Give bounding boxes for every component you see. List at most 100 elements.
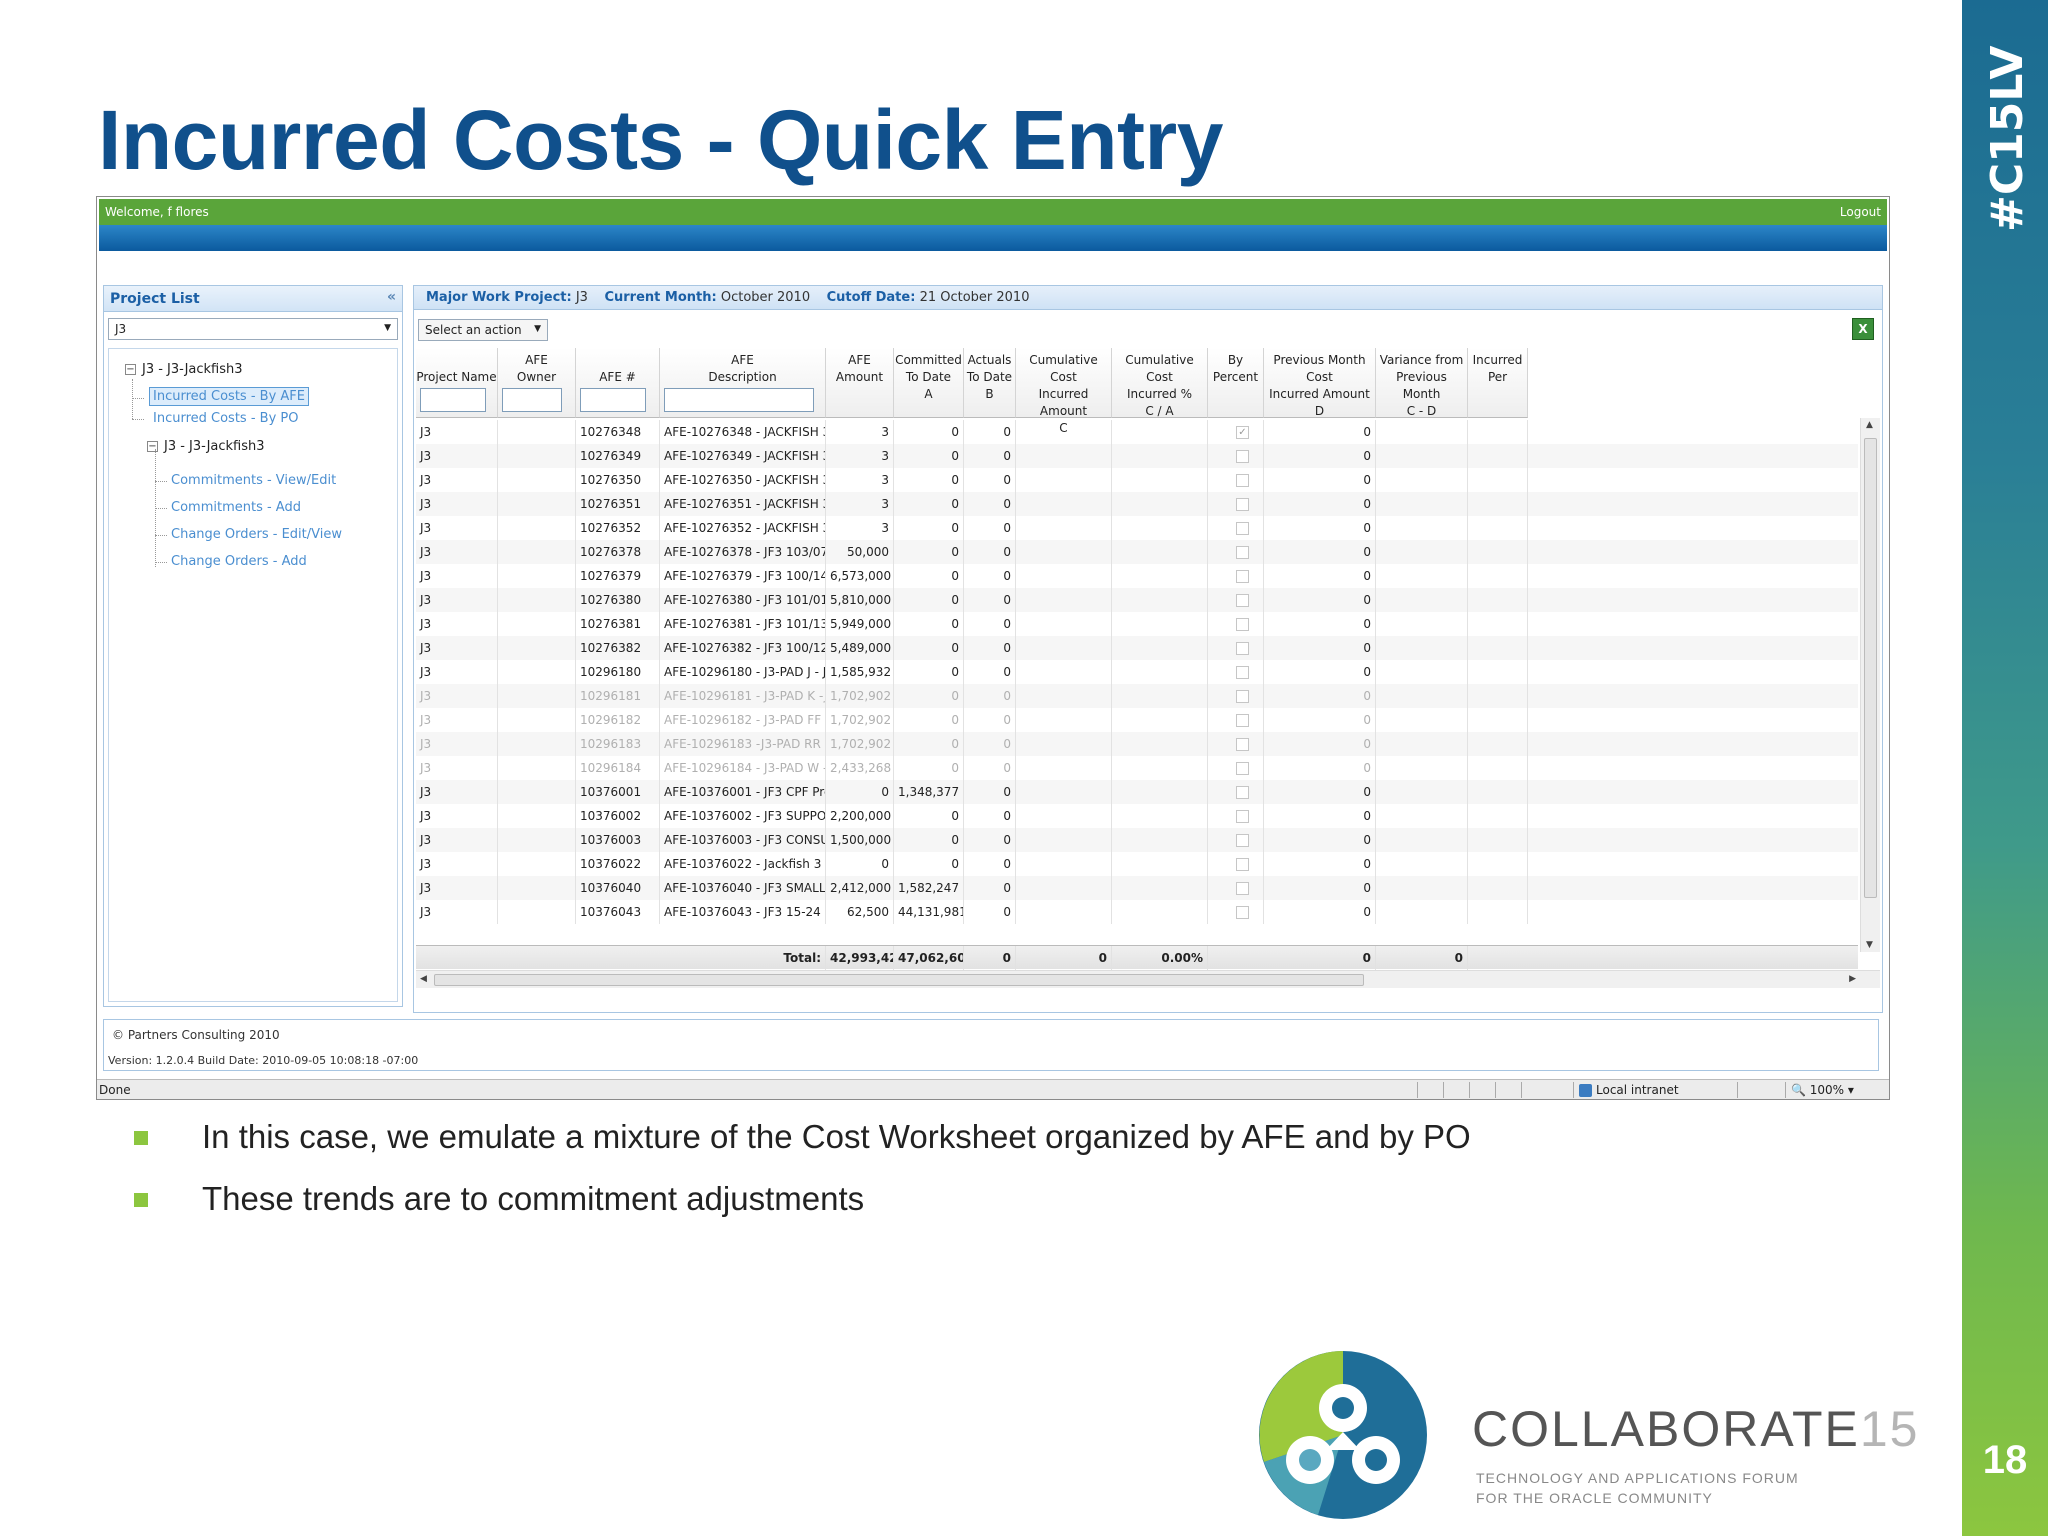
table-cell[interactable]: 0 (1264, 876, 1376, 900)
scroll-thumb[interactable] (1864, 438, 1877, 898)
table-cell[interactable] (1376, 420, 1468, 444)
by-percent-checkbox[interactable] (1236, 738, 1249, 751)
table-cell[interactable] (1468, 540, 1528, 564)
table-cell[interactable] (1208, 876, 1264, 900)
table-cell[interactable] (1468, 516, 1528, 540)
table-cell[interactable] (1016, 756, 1112, 780)
table-cell[interactable] (1208, 780, 1264, 804)
table-cell[interactable] (1208, 444, 1264, 468)
table-cell[interactable] (1016, 492, 1112, 516)
table-cell[interactable]: 0 (1264, 900, 1376, 924)
tree-node-sub[interactable]: − J3 - J3-Jackfish3 (147, 439, 265, 454)
by-percent-checkbox[interactable] (1236, 618, 1249, 631)
table-row[interactable]: J3 10296180AFE-10296180 - J3-PAD J - J3 B… (416, 660, 1858, 684)
table-cell[interactable] (1208, 900, 1264, 924)
table-cell[interactable] (1376, 684, 1468, 708)
table-cell[interactable]: 0 (1264, 444, 1376, 468)
table-cell[interactable] (1112, 756, 1208, 780)
table-cell[interactable]: 0 (1264, 684, 1376, 708)
table-cell[interactable]: 0 (1264, 804, 1376, 828)
table-cell[interactable] (1468, 708, 1528, 732)
table-cell[interactable] (1468, 420, 1528, 444)
by-percent-checkbox[interactable] (1236, 882, 1249, 895)
table-row[interactable]: J3 10276350AFE-10276350 - JACKFISH 3 BUDG… (416, 468, 1858, 492)
table-cell[interactable] (1208, 732, 1264, 756)
column-header[interactable]: Committed To Date A (894, 348, 964, 418)
table-cell[interactable]: 0 (1264, 732, 1376, 756)
column-header[interactable]: Actuals To Date B (964, 348, 1016, 418)
table-row[interactable]: J3 10276379AFE-10276379 - JF3 100/14-32-0… (416, 564, 1858, 588)
by-percent-checkbox[interactable] (1236, 690, 1249, 703)
table-cell[interactable] (1016, 780, 1112, 804)
table-cell[interactable] (1112, 516, 1208, 540)
table-cell[interactable]: 0 (1264, 636, 1376, 660)
table-cell[interactable] (1376, 588, 1468, 612)
table-cell[interactable] (1468, 468, 1528, 492)
table-cell[interactable] (1208, 708, 1264, 732)
column-header[interactable]: Variance from Previous Month C - D (1376, 348, 1468, 418)
table-cell[interactable]: 0 (1264, 468, 1376, 492)
table-row[interactable]: J3 10296182AFE-10296182 - J3-PAD FF - J3 … (416, 708, 1858, 732)
table-cell[interactable] (1112, 852, 1208, 876)
tree-item-change-orders-add[interactable]: Change Orders - Add (171, 554, 307, 569)
table-row[interactable]: J3 10276349AFE-10276349 - JACKFISH 3 BUDG… (416, 444, 1858, 468)
by-percent-checkbox[interactable] (1236, 450, 1249, 463)
table-cell[interactable] (1112, 804, 1208, 828)
table-cell[interactable]: 0 (1264, 492, 1376, 516)
scroll-right-icon[interactable]: ▶ (1849, 974, 1856, 984)
table-cell[interactable]: ✓ (1208, 420, 1264, 444)
table-cell[interactable] (1112, 708, 1208, 732)
by-percent-checkbox[interactable] (1236, 594, 1249, 607)
table-cell[interactable] (1016, 876, 1112, 900)
by-percent-checkbox[interactable] (1236, 474, 1249, 487)
table-cell[interactable] (1376, 492, 1468, 516)
table-cell[interactable] (1376, 444, 1468, 468)
table-row[interactable]: J3 10376003AFE-10376003 - JF3 CONSULTATIC… (416, 828, 1858, 852)
table-cell[interactable] (1112, 492, 1208, 516)
by-percent-checkbox[interactable] (1236, 714, 1249, 727)
table-row[interactable]: J3 10296184AFE-10296184 - J3-PAD W - J3 B… (416, 756, 1858, 780)
table-row[interactable]: J3 10376001AFE-10376001 - JF3 CPF Pre-FEE… (416, 780, 1858, 804)
column-header[interactable]: Cumulative Cost Incurred Amount C (1016, 348, 1112, 435)
table-cell[interactable]: 0 (1264, 588, 1376, 612)
by-percent-checkbox[interactable] (1236, 906, 1249, 919)
tree-item-commitments-view[interactable]: Commitments - View/Edit (171, 473, 336, 488)
table-cell[interactable] (1112, 780, 1208, 804)
table-cell[interactable] (1016, 828, 1112, 852)
table-cell[interactable] (1208, 492, 1264, 516)
table-cell[interactable] (1016, 852, 1112, 876)
table-cell[interactable] (1376, 828, 1468, 852)
table-cell[interactable] (1016, 420, 1112, 444)
table-cell[interactable] (1468, 684, 1528, 708)
table-cell[interactable]: 0 (1264, 420, 1376, 444)
table-cell[interactable] (1016, 708, 1112, 732)
table-cell[interactable] (1208, 684, 1264, 708)
table-row[interactable]: J3 10276352AFE-10276352 - JACKFISH 3 BUDG… (416, 516, 1858, 540)
table-cell[interactable]: 0 (1264, 660, 1376, 684)
table-cell[interactable] (1468, 612, 1528, 636)
tree-item-change-orders-edit[interactable]: Change Orders - Edit/View (171, 527, 342, 542)
excel-export-icon[interactable]: X (1852, 318, 1874, 340)
table-cell[interactable] (1376, 756, 1468, 780)
table-cell[interactable] (1468, 444, 1528, 468)
column-header[interactable]: Previous Month Cost Incurred Amount D (1264, 348, 1376, 418)
table-row[interactable]: J3 10376040AFE-10376040 - JF3 SMALL PLANT… (416, 876, 1858, 900)
table-row[interactable]: J3 10376002AFE-10376002 - JF3 SUPPORT & F… (416, 804, 1858, 828)
table-cell[interactable] (1016, 540, 1112, 564)
scroll-thumb[interactable] (434, 974, 1364, 986)
table-cell[interactable] (1016, 636, 1112, 660)
table-row[interactable]: J3 10276348AFE-10276348 - JACKFISH 3 BUDG… (416, 420, 1858, 444)
column-filter-input[interactable] (502, 388, 562, 412)
table-cell[interactable] (1468, 804, 1528, 828)
table-cell[interactable] (1468, 636, 1528, 660)
table-cell[interactable] (1376, 612, 1468, 636)
by-percent-checkbox[interactable] (1236, 570, 1249, 583)
table-cell[interactable]: 0 (1264, 852, 1376, 876)
scroll-left-icon[interactable]: ◀ (420, 974, 427, 984)
table-cell[interactable] (1376, 732, 1468, 756)
table-cell[interactable] (1016, 612, 1112, 636)
table-cell[interactable] (1376, 564, 1468, 588)
zoom-control[interactable]: 🔍 100% ▾ (1791, 1083, 1854, 1097)
table-cell[interactable] (1208, 756, 1264, 780)
column-header[interactable]: By Percent (1208, 348, 1264, 418)
